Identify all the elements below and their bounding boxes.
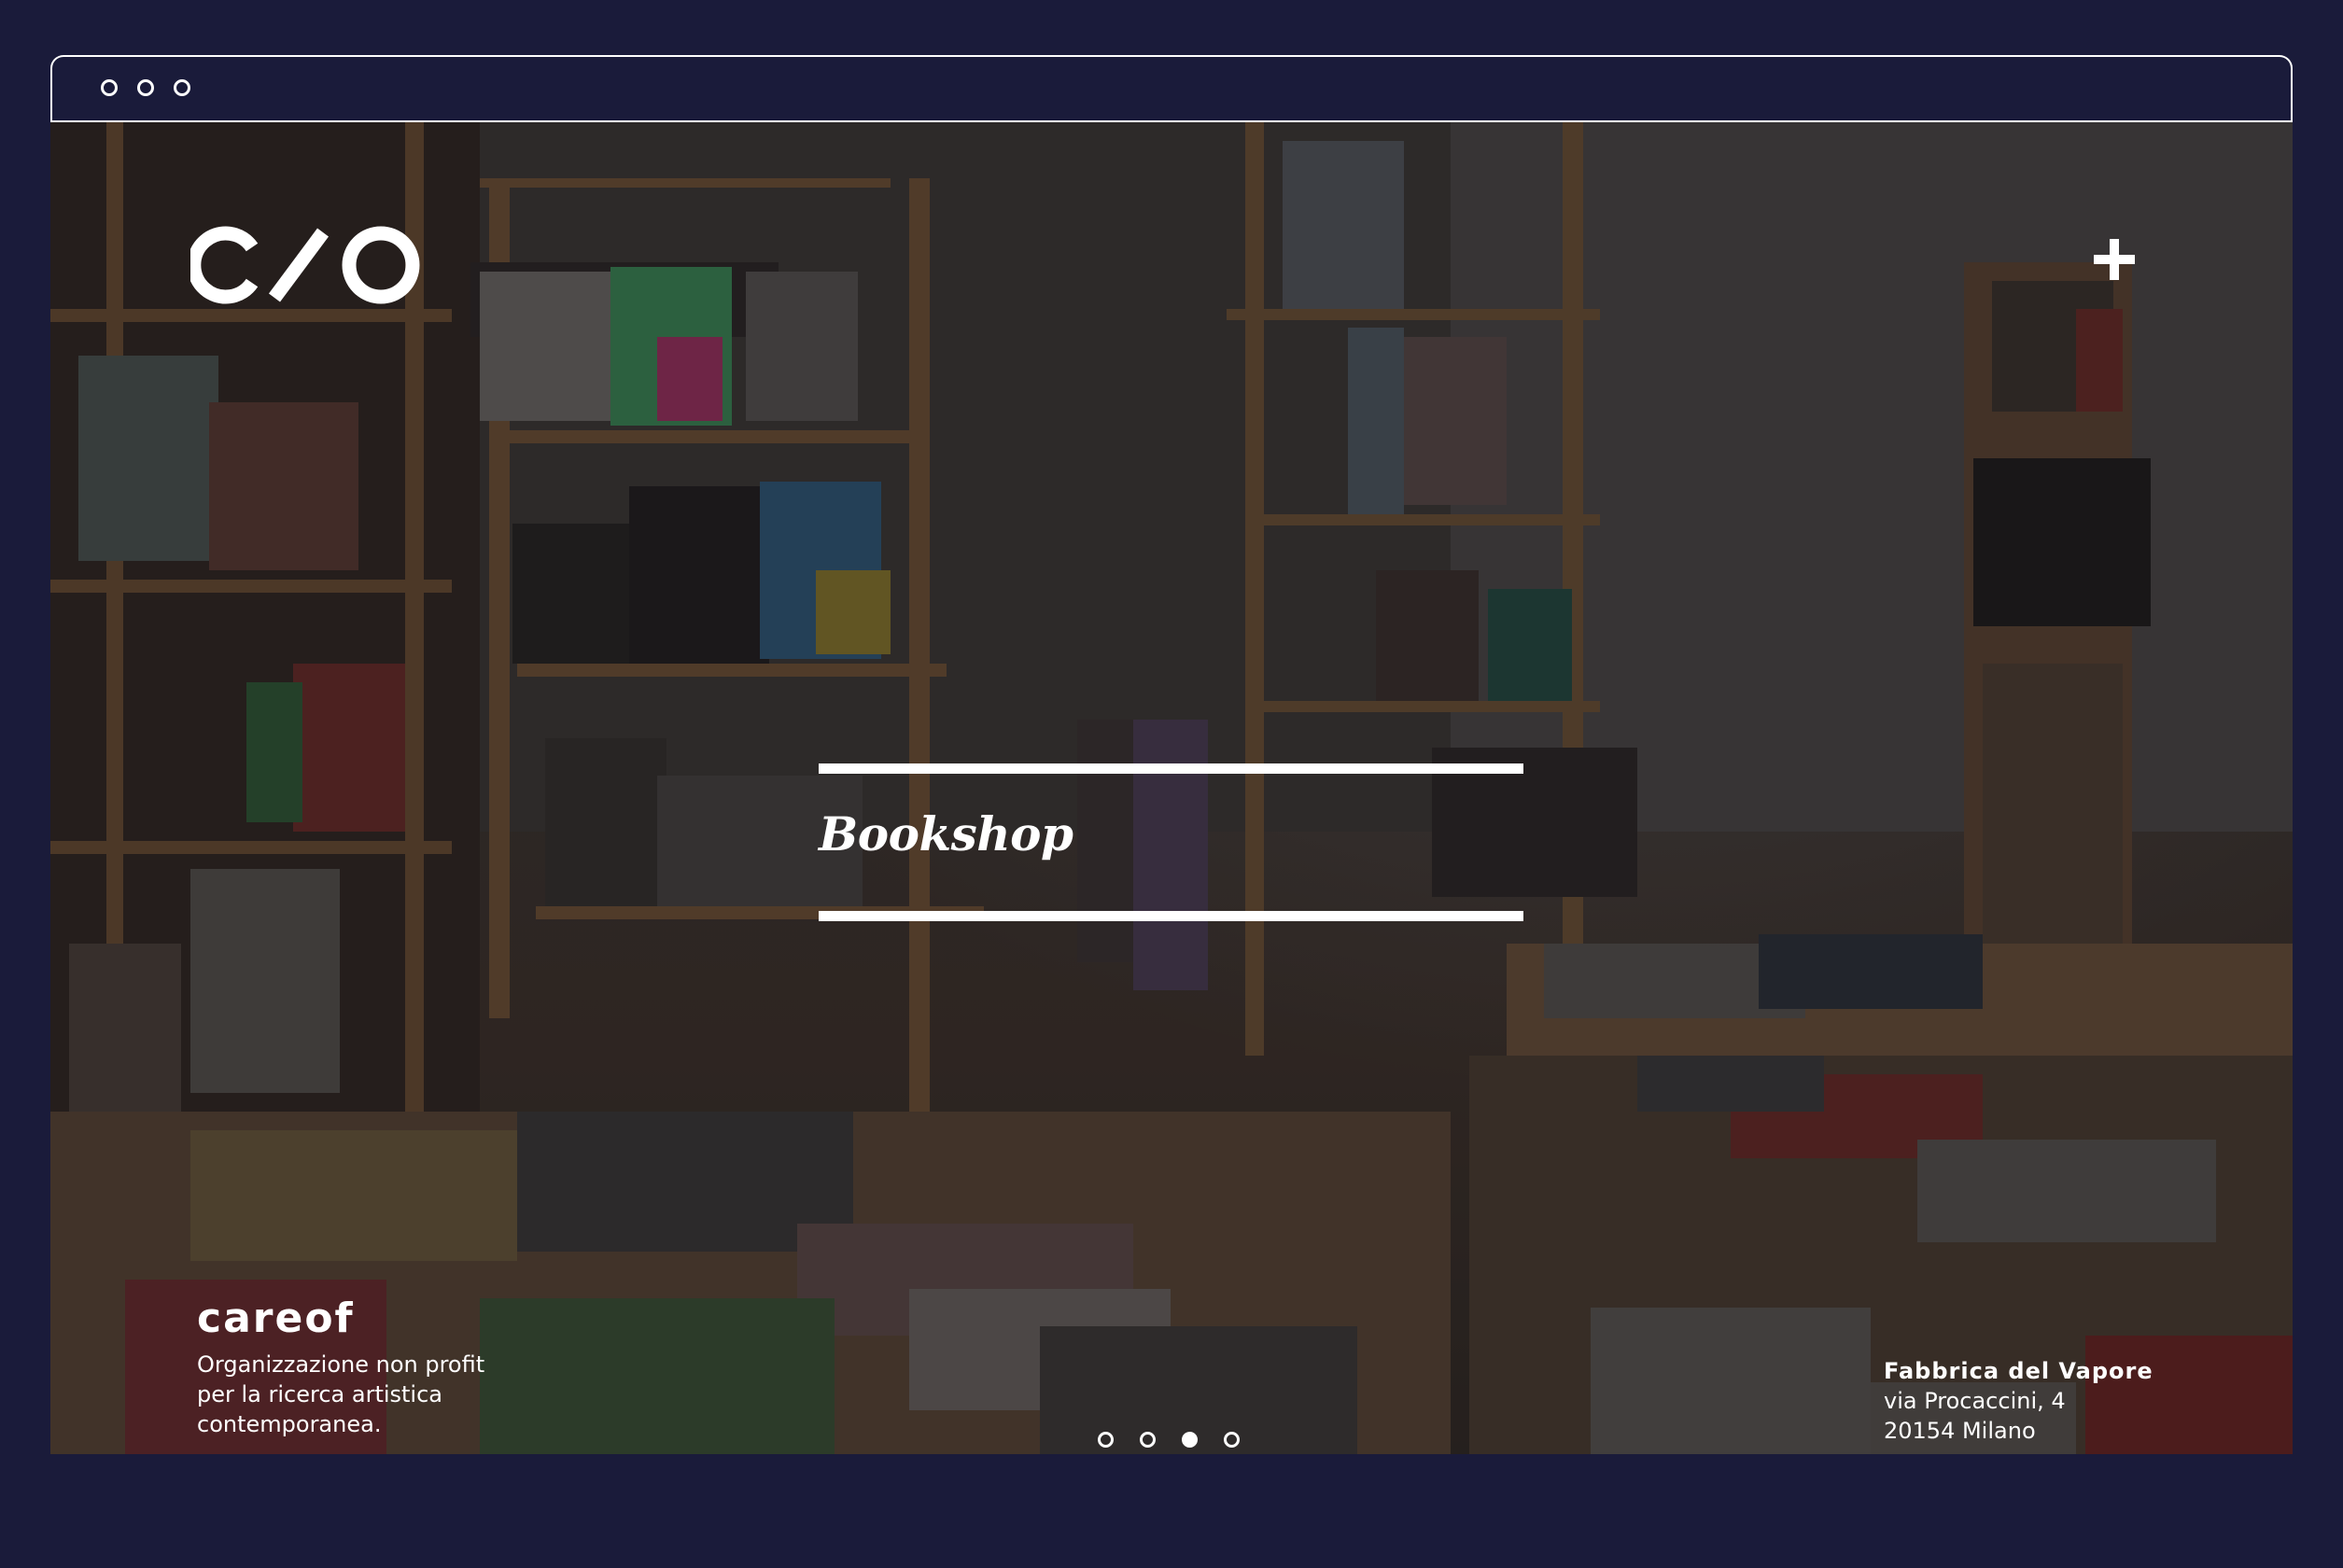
address-street: via Procaccini, 4 [1884,1388,2066,1414]
browser-window: Bookshop careof Organizzazione non profi… [50,55,2293,1455]
title-rule-bottom [819,911,1523,921]
browser-title-bar [50,55,2293,122]
pager-dot-3-active[interactable] [1182,1432,1198,1448]
pager-dot-4[interactable] [1224,1432,1240,1448]
brand-description-line: contemporanea. [197,1411,382,1437]
plus-icon[interactable] [2091,236,2138,283]
careof-logo[interactable] [190,225,420,305]
hero-slide: Bookshop careof Organizzazione non profi… [50,122,2293,1454]
pager-dot-1[interactable] [1098,1432,1114,1448]
address-city: 20154 Milano [1884,1418,2036,1444]
brand-name: careof [197,1295,355,1342]
window-dot-1-icon[interactable] [101,79,118,96]
pager-dot-2[interactable] [1140,1432,1156,1448]
section-title[interactable]: Bookshop [819,806,1073,861]
window-dot-3-icon[interactable] [174,79,190,96]
address-venue: Fabbrica del Vapore [1884,1358,2154,1384]
title-rule-top [819,763,1523,774]
brand-block: careof Organizzazione non profit per la … [197,1294,533,1439]
window-dot-2-icon[interactable] [137,79,154,96]
address-block: Fabbrica del Vapore via Procaccini, 4 20… [1884,1356,2154,1446]
brand-description: Organizzazione non profit per la ricerca… [197,1350,533,1439]
brand-description-line: Organizzazione non profit [197,1351,485,1378]
section-title-block[interactable]: Bookshop [819,763,1523,922]
brand-description-line: per la ricerca artistica [197,1381,443,1407]
